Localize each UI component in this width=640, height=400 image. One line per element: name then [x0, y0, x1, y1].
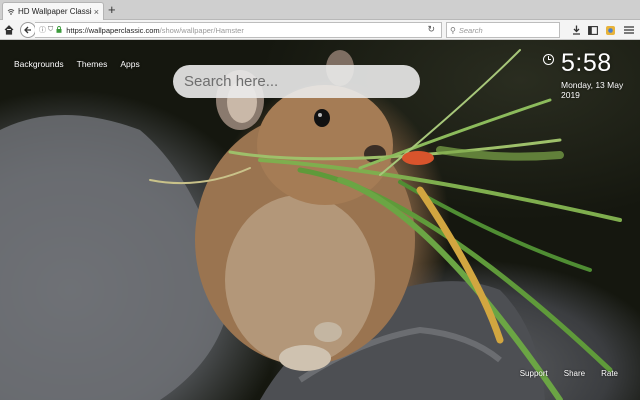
navigation-bar: ⓘ ⛉ https://wallpaperclassic.com/show/wa… — [0, 20, 640, 40]
tab-close-icon[interactable]: × — [94, 7, 99, 16]
home-icon[interactable] — [2, 23, 16, 37]
menu-icon[interactable] — [622, 23, 636, 37]
search-icon: ⚲ — [450, 25, 456, 35]
search-box[interactable] — [173, 65, 420, 98]
nav-apps-link[interactable]: Apps — [120, 59, 139, 69]
favicon-icon — [7, 8, 15, 16]
browser-tab[interactable]: HD Wallpaper Classic - Ham × — [2, 2, 104, 20]
clock-time: 5:58 — [561, 49, 612, 77]
nav-themes-link[interactable]: Themes — [77, 59, 108, 69]
url-path: /show/wallpaper/Hamster — [159, 25, 244, 35]
sidebar-icon[interactable] — [586, 23, 600, 37]
reload-icon[interactable]: ↻ — [427, 24, 435, 35]
lock-icon[interactable] — [56, 25, 62, 35]
new-tab-button[interactable]: + — [108, 3, 116, 17]
address-bar[interactable]: ⓘ ⛉ https://wallpaperclassic.com/show/wa… — [35, 22, 442, 38]
rate-link[interactable]: Rate — [601, 369, 618, 378]
clock-icon[interactable] — [543, 54, 554, 65]
page-top-nav: Backgrounds Themes Apps — [14, 59, 153, 69]
extension-icon[interactable] — [603, 23, 617, 37]
clock-date: Monday, 13 May 2019 — [561, 80, 624, 100]
search-input[interactable] — [184, 73, 404, 90]
back-icon[interactable] — [20, 22, 36, 38]
tab-strip: HD Wallpaper Classic - Ham × + — [0, 0, 640, 20]
nav-backgrounds-link[interactable]: Backgrounds — [14, 59, 64, 69]
page-footer: Support Share Rate — [504, 369, 618, 378]
url-domain: https://wallpaperclassic.com — [66, 25, 160, 35]
info-icon[interactable]: ⓘ — [39, 25, 46, 35]
new-tab-page: Backgrounds Themes Apps 5:58 Monday, 13 … — [0, 40, 640, 400]
browser-search-box[interactable]: ⚲ Search — [446, 22, 560, 38]
shield-icon[interactable]: ⛉ — [48, 26, 53, 34]
support-link[interactable]: Support — [520, 369, 548, 378]
share-link[interactable]: Share — [564, 369, 585, 378]
browser-search-placeholder: Search — [458, 25, 483, 35]
tab-title: HD Wallpaper Classic - Ham — [18, 7, 92, 16]
download-icon[interactable] — [569, 23, 583, 37]
url-text[interactable]: https://wallpaperclassic.com/show/wallpa… — [66, 26, 244, 35]
